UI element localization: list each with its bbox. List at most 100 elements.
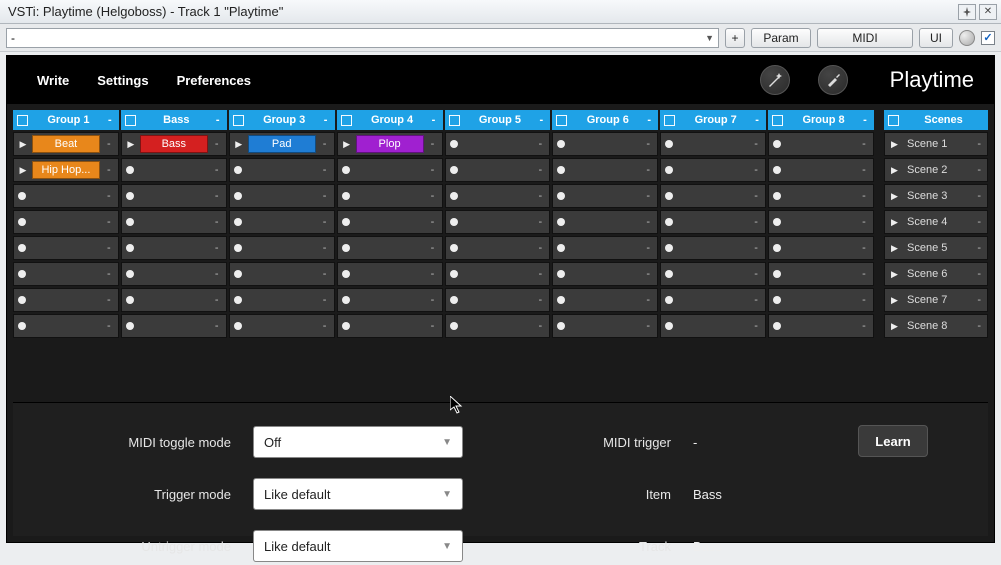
clip-slot[interactable]: - — [768, 158, 874, 182]
play-icon[interactable]: ▶ — [126, 139, 136, 150]
clip-slot[interactable]: - — [13, 236, 119, 260]
group-header[interactable]: Group 7 - — [660, 110, 766, 130]
slot-menu-icon[interactable]: - — [751, 320, 761, 332]
clip-slot[interactable]: - — [121, 288, 227, 312]
record-icon[interactable] — [342, 192, 350, 200]
slot-menu-icon[interactable]: - — [320, 216, 330, 228]
slot-menu-icon[interactable]: - — [428, 216, 438, 228]
record-icon[interactable] — [234, 244, 242, 252]
slot-menu-icon[interactable]: - — [535, 268, 545, 280]
record-icon[interactable] — [773, 296, 781, 304]
clip-slot[interactable]: ▶ Bass - — [121, 132, 227, 156]
record-icon[interactable] — [18, 322, 26, 330]
play-icon[interactable]: ▶ — [891, 139, 901, 150]
clip-slot[interactable]: - — [445, 158, 551, 182]
clip-slot[interactable]: - — [660, 210, 766, 234]
slot-menu-icon[interactable]: - — [212, 138, 222, 150]
scenes-stop-icon[interactable] — [888, 115, 899, 126]
record-icon[interactable] — [773, 244, 781, 252]
record-icon[interactable] — [450, 244, 458, 252]
record-icon[interactable] — [234, 296, 242, 304]
scene-row[interactable]: ▶ Scene 4 - — [884, 210, 988, 234]
scene-menu-icon[interactable]: - — [977, 294, 981, 306]
clip-slot[interactable]: - — [13, 288, 119, 312]
slot-menu-icon[interactable]: - — [428, 242, 438, 254]
clip-slot[interactable]: - — [445, 132, 551, 156]
preset-select[interactable]: - ▼ — [6, 28, 719, 48]
clip-slot[interactable]: - — [660, 158, 766, 182]
record-icon[interactable] — [665, 322, 673, 330]
play-icon[interactable]: ▶ — [18, 139, 28, 150]
clip-slot[interactable]: - — [552, 184, 658, 208]
play-icon[interactable]: ▶ — [891, 217, 901, 228]
slot-menu-icon[interactable]: - — [643, 242, 653, 254]
clip-slot[interactable]: - — [768, 288, 874, 312]
clip-slot[interactable]: - — [768, 262, 874, 286]
slot-menu-icon[interactable]: - — [535, 320, 545, 332]
record-icon[interactable] — [342, 270, 350, 278]
record-icon[interactable] — [18, 296, 26, 304]
group-menu-icon[interactable]: - — [321, 114, 331, 126]
clip-slot[interactable]: - — [660, 184, 766, 208]
record-icon[interactable] — [126, 244, 134, 252]
clip-slot[interactable]: - — [660, 262, 766, 286]
slot-menu-icon[interactable]: - — [751, 138, 761, 150]
clip-slot[interactable]: - — [121, 262, 227, 286]
clip-slot[interactable]: - — [660, 236, 766, 260]
record-icon[interactable] — [665, 166, 673, 174]
play-icon[interactable]: ▶ — [342, 139, 352, 150]
slot-menu-icon[interactable]: - — [859, 294, 869, 306]
clip-slot[interactable]: - — [552, 236, 658, 260]
group-menu-icon[interactable]: - — [429, 114, 439, 126]
group-header[interactable]: Bass - — [121, 110, 227, 130]
clip-slot[interactable]: - — [337, 210, 443, 234]
learn-button[interactable]: Learn — [858, 425, 928, 457]
group-menu-icon[interactable]: - — [213, 114, 223, 126]
slot-menu-icon[interactable]: - — [859, 138, 869, 150]
clip-slot[interactable]: - — [768, 210, 874, 234]
clip-slot[interactable]: - — [337, 314, 443, 338]
midi-toggle-mode-select[interactable]: Off ▼ — [253, 426, 463, 458]
clip-slot[interactable]: - — [229, 210, 335, 234]
slot-menu-icon[interactable]: - — [320, 268, 330, 280]
clip-slot[interactable]: - — [552, 262, 658, 286]
group-menu-icon[interactable]: - — [536, 114, 546, 126]
slot-menu-icon[interactable]: - — [859, 242, 869, 254]
slot-menu-icon[interactable]: - — [859, 216, 869, 228]
slot-menu-icon[interactable]: - — [320, 190, 330, 202]
clip-label[interactable]: Beat — [32, 135, 100, 153]
record-icon[interactable] — [665, 192, 673, 200]
record-icon[interactable] — [557, 192, 565, 200]
clip-slot[interactable]: - — [552, 210, 658, 234]
tab-settings[interactable]: Settings — [97, 73, 148, 88]
scene-menu-icon[interactable]: - — [977, 190, 981, 202]
slot-menu-icon[interactable]: - — [535, 138, 545, 150]
slot-menu-icon[interactable]: - — [751, 216, 761, 228]
slot-menu-icon[interactable]: - — [535, 216, 545, 228]
slot-menu-icon[interactable]: - — [751, 164, 761, 176]
clip-slot[interactable]: - — [768, 314, 874, 338]
clip-slot[interactable]: ▶ Hip Hop... - — [13, 158, 119, 182]
record-icon[interactable] — [665, 244, 673, 252]
slot-menu-icon[interactable]: - — [859, 190, 869, 202]
clip-slot[interactable]: - — [445, 184, 551, 208]
record-icon[interactable] — [18, 244, 26, 252]
scene-row[interactable]: ▶ Scene 2 - — [884, 158, 988, 182]
midi-button[interactable]: MIDI — [817, 28, 913, 48]
record-icon[interactable] — [450, 270, 458, 278]
clip-slot[interactable]: - — [552, 158, 658, 182]
record-icon[interactable] — [450, 218, 458, 226]
clip-slot[interactable]: - — [121, 184, 227, 208]
clip-slot[interactable]: - — [660, 288, 766, 312]
slot-menu-icon[interactable]: - — [535, 190, 545, 202]
group-header[interactable]: Group 8 - — [768, 110, 874, 130]
clip-slot[interactable]: - — [660, 314, 766, 338]
clip-slot[interactable]: ▶ Beat - — [13, 132, 119, 156]
play-icon[interactable]: ▶ — [234, 139, 244, 150]
record-icon[interactable] — [342, 218, 350, 226]
group-stop-icon[interactable] — [17, 115, 28, 126]
clip-slot[interactable]: - — [229, 184, 335, 208]
group-menu-icon[interactable]: - — [105, 114, 115, 126]
clip-slot[interactable]: - — [445, 262, 551, 286]
play-icon[interactable]: ▶ — [18, 165, 28, 176]
